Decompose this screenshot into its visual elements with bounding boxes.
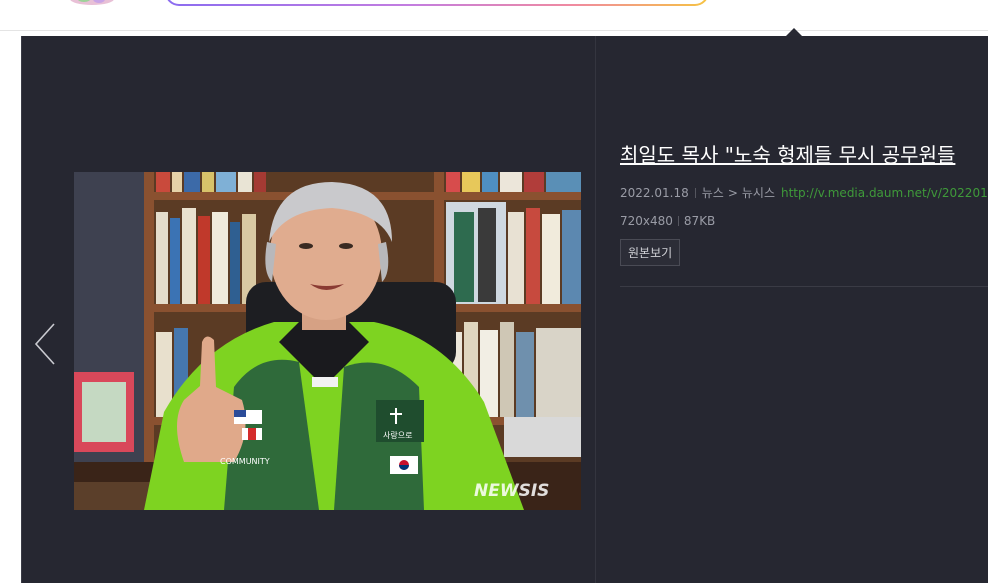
image-file-size: 87KB (683, 214, 716, 228)
top-header (0, 0, 988, 31)
search-bar[interactable] (165, 0, 709, 6)
panel-divider (595, 36, 596, 583)
article-photo: COMMUNITY 사랑으로 NEWSIS (74, 172, 581, 510)
article-source[interactable]: 뉴시스 (742, 186, 775, 200)
article-category[interactable]: 뉴스 (702, 186, 724, 200)
prev-image-button[interactable] (32, 322, 62, 366)
newsis-watermark: NEWSIS (474, 481, 549, 501)
size-separator (677, 216, 679, 226)
logo[interactable] (66, 0, 118, 8)
meta-separator (694, 188, 696, 198)
image-viewer: COMMUNITY 사랑으로 NEWSIS 최일도 목사 "노숙 형제들 무시 … (21, 36, 988, 583)
article-title-link[interactable]: 최일도 목사 "노숙 형제들 무시 공무원들 (620, 136, 988, 174)
community-patch-text: COMMUNITY (220, 457, 270, 466)
article-date: 2022.01.18 (620, 186, 689, 200)
info-divider (620, 286, 988, 287)
article-meta: 2022.01.18 뉴스 > 뉴시스 http://v.media.daum.net/… (620, 184, 988, 202)
chevron-left-icon (34, 323, 55, 365)
article-info-panel: 최일도 목사 "노숙 형제들 무시 공무원들 2022.01.18 뉴스 > 뉴시스 h… (620, 136, 988, 266)
image-size-info: 720x480 87KB (620, 212, 988, 230)
category-arrow: > (727, 186, 738, 200)
article-url-link[interactable]: http://v.media.daum.net/v/2022011811 (781, 186, 988, 200)
image-dimensions: 720x480 (620, 214, 673, 228)
badge-text: 사랑으로 (383, 430, 412, 440)
view-original-button[interactable]: 원본보기 (620, 239, 681, 266)
